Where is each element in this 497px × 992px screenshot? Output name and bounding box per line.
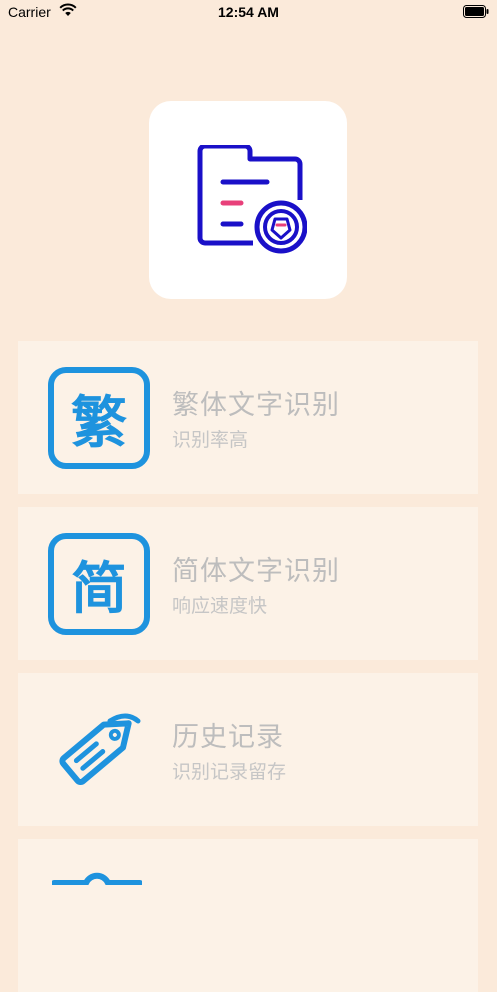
status-bar: Carrier 12:54 AM <box>0 0 497 26</box>
partial-icon <box>52 872 142 885</box>
card-title: 历史记录 <box>172 722 284 753</box>
card-subtitle: 识别率高 <box>172 429 249 451</box>
card-subtitle: 响应速度快 <box>172 595 268 617</box>
card-title: 繁体文字识别 <box>172 390 340 421</box>
battery-icon <box>463 5 489 18</box>
simplified-icon: 简 <box>48 533 150 635</box>
traditional-ocr-card[interactable]: 繁 繁体文字识别 识别率高 <box>18 341 478 494</box>
history-card[interactable]: 历史记录 识别记录留存 <box>18 673 478 826</box>
traditional-glyph: 繁 <box>48 367 150 469</box>
simplified-glyph: 简 <box>48 533 150 635</box>
status-time: 12:54 AM <box>218 4 279 20</box>
partial-card[interactable] <box>18 839 478 992</box>
traditional-icon: 繁 <box>48 367 150 469</box>
card-subtitle: 识别记录留存 <box>172 761 287 783</box>
app-logo-card <box>149 101 347 299</box>
folder-seal-icon <box>197 145 307 254</box>
tag-icon <box>59 713 141 785</box>
simplified-ocr-card[interactable]: 简 简体文字识别 响应速度快 <box>18 507 478 660</box>
card-title: 简体文字识别 <box>172 556 340 587</box>
